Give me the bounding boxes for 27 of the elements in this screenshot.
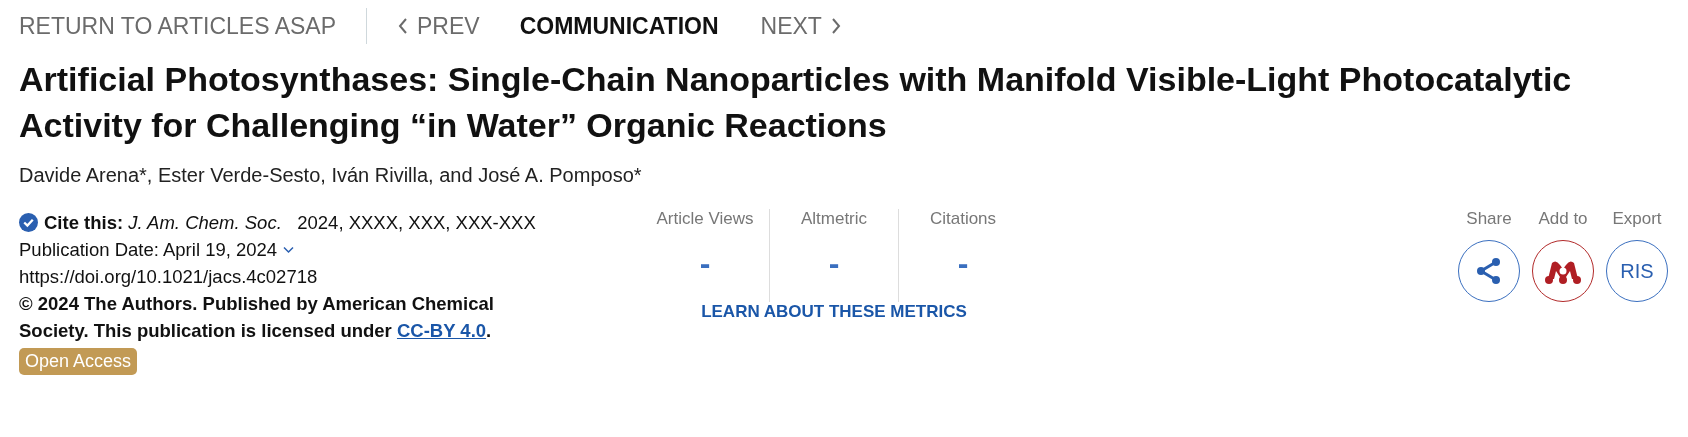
doi-text: https://doi.org/10.1021/jacs.4c02718 xyxy=(19,265,319,289)
caret-icon[interactable] xyxy=(283,245,295,254)
metric-value: - xyxy=(828,245,840,282)
section-label: COMMUNICATION xyxy=(519,12,719,40)
citation-text: Cite this: J. Am. Chem. Soc. 2024, XXXX, XXX, XXX-XXX xyxy=(44,212,536,233)
prev-link[interactable]: PREV xyxy=(397,12,480,40)
chevron-right-icon xyxy=(829,17,842,35)
return-link[interactable]: RETURN TO ARTICLES ASAP xyxy=(19,8,367,44)
metric-label: Citations xyxy=(929,209,997,229)
chevron-left-icon xyxy=(397,17,409,35)
check-circle-icon xyxy=(19,213,38,232)
open-access-badge: Open Access xyxy=(19,348,138,375)
metric-label: Altmetric xyxy=(800,209,868,229)
metric-value: - xyxy=(699,245,711,282)
author-list: Davide Arena*, Ester Verde-Sesto, Iván Rivilla, and José A. Pomposo* xyxy=(19,164,1668,187)
license-text: © 2024 The Authors. Published by American Chemical Society. This publication is licensed under CC-BY 4.0. xyxy=(19,292,495,343)
export-ris-button[interactable]: RIS xyxy=(1606,240,1668,302)
action-label: Add to xyxy=(1538,209,1588,229)
metric-value: - xyxy=(957,245,969,282)
action-label: Export xyxy=(1612,209,1662,229)
article-title: Artificial Photosynthases: Single-Chain Nanoparticles with Manifold Visible-Light Photocatalytic Activity for Challenging “in Water” Organic Reactions xyxy=(19,59,1573,146)
license-link[interactable]: CC-BY 4.0 xyxy=(396,320,487,341)
action-label: Share xyxy=(1466,209,1512,229)
metrics-link[interactable]: LEARN ABOUT THESE METRICS xyxy=(701,302,967,322)
publication-date: Publication Date: April 19, 2024 xyxy=(19,238,278,262)
next-link[interactable]: NEXT xyxy=(760,12,842,40)
metric-label: Article Views xyxy=(656,209,754,229)
